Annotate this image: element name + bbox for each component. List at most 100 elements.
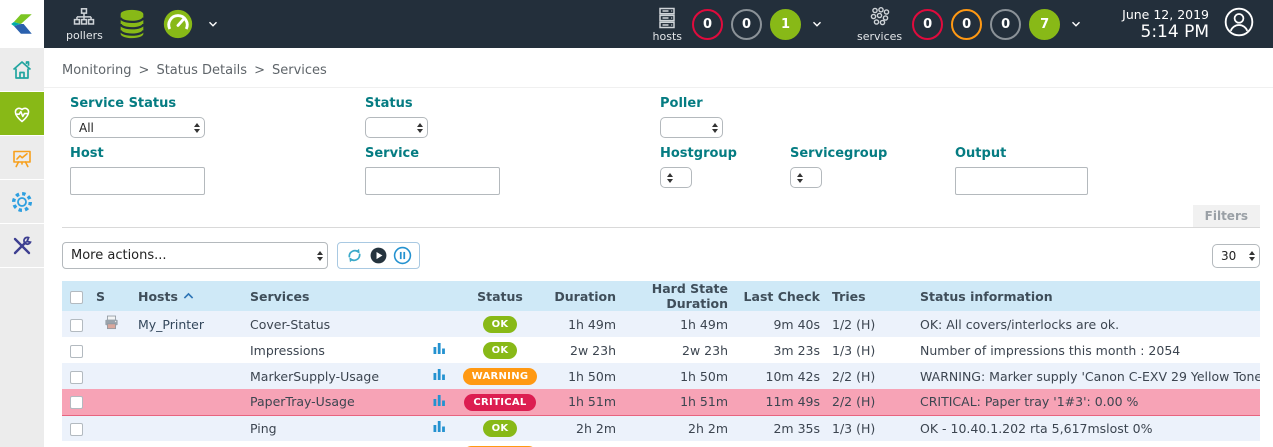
status-badge: OK [483,342,518,359]
duration-cell: 2w 23h [544,337,622,363]
hostgroup-select[interactable] [660,167,692,188]
sidebar-spacer [0,268,44,447]
service-name[interactable]: Cover-Status [250,317,330,332]
status-counter[interactable]: 7 [1029,9,1060,40]
tries-cell: 2/2 (H) [826,441,914,447]
header-s[interactable]: S [90,281,132,311]
service-input[interactable] [365,167,500,195]
status-select[interactable] [365,117,428,138]
top-bar: pollers [0,0,1273,48]
sidebar-item-administration[interactable] [0,224,44,268]
stepper-icon [417,123,423,133]
pollers-status[interactable]: pollers [66,7,103,41]
service-status-value: All [79,121,94,135]
header-services[interactable]: Services [244,281,422,311]
service-name[interactable]: Impressions [250,343,325,358]
row-checkbox[interactable] [70,319,83,332]
chevron-down-icon[interactable] [810,17,824,31]
row-checkbox[interactable] [70,423,83,436]
row-checkbox[interactable] [70,345,83,358]
header-status-information[interactable]: Status information [914,281,1260,311]
hostgroup-label: Hostgroup [660,146,790,161]
servicegroup-select[interactable] [790,167,822,188]
last-check-cell: 10m 42s [734,363,826,389]
refresh-icon[interactable] [345,246,364,265]
filters-tab[interactable]: Filters [1193,205,1260,227]
header-last-check[interactable]: Last Check [734,281,826,311]
service-status-select[interactable]: All [70,117,205,138]
breadcrumb-status-details[interactable]: Status Details [156,63,247,78]
graph-icon[interactable] [433,421,446,436]
user-avatar-icon[interactable] [1223,6,1255,42]
header-hosts[interactable]: Hosts [132,281,244,311]
page-size-value: 30 [1221,249,1236,263]
breadcrumb: Monitoring>Status Details>Services [44,48,1273,88]
database-status[interactable] [115,7,149,41]
main-content: Monitoring>Status Details>Services Servi… [44,48,1273,447]
status-information-cell: WARNING: Device 'Canon iR-ADV C5235 36.2… [914,441,1260,447]
monitoring-heart-icon [10,102,34,126]
sidebar [0,48,44,447]
status-label: Status [365,96,660,111]
breadcrumb-monitoring[interactable]: Monitoring [62,63,132,78]
graph-icon[interactable] [433,343,446,358]
header-duration[interactable]: Duration [544,281,622,311]
more-actions-select[interactable]: More actions... [62,242,328,269]
breadcrumb-separator: > [254,63,265,78]
output-input[interactable] [955,167,1088,195]
status-counter[interactable]: 0 [731,9,762,40]
tries-cell: 1/3 (H) [826,337,914,363]
servicegroup-label: Servicegroup [790,146,955,161]
sort-asc-icon [183,288,194,303]
service-name[interactable]: PaperTray-Usage [250,394,355,409]
play-icon[interactable] [369,246,388,265]
graph-icon[interactable] [433,395,446,410]
stepper-icon [667,173,673,183]
database-icon [115,7,149,41]
row-checkbox[interactable] [70,371,83,384]
chevron-down-icon[interactable] [1069,17,1083,31]
hard-state-duration-cell: 2h 2m [622,415,734,441]
poller-select[interactable] [660,117,723,138]
pollers-icon [71,7,97,29]
sidebar-item-monitoring[interactable] [0,92,44,136]
sidebar-item-configuration[interactable] [0,180,44,224]
header-tries[interactable]: Tries [826,281,914,311]
service-name[interactable]: MarkerSupply-Usage [250,369,379,384]
select-all-checkbox[interactable] [70,291,83,304]
services-summary[interactable]: services [857,6,902,42]
gauge-status[interactable] [161,7,195,41]
service-name[interactable]: Ping [250,421,277,436]
chevron-down-icon[interactable] [206,17,220,31]
sidebar-item-home[interactable] [0,48,44,92]
poller-label: Poller [660,96,723,111]
service-label: Service [365,146,660,161]
duration-cell: 1h 50m [544,363,622,389]
status-badge: CRITICAL [464,394,535,411]
status-information-cell: Number of impressions this month : 2054 [914,337,1260,363]
graph-icon[interactable] [433,369,446,384]
tries-cell: 2/2 (H) [826,389,914,415]
status-counter[interactable]: 1 [770,9,801,40]
header-status[interactable]: Status [456,281,544,311]
actions-toolbar: More actions... [62,242,1260,269]
hosts-summary[interactable]: hosts [653,6,682,42]
centreon-logo[interactable] [0,0,44,48]
status-information-cell: OK: All covers/interlocks are ok. [914,311,1260,337]
status-counter[interactable]: 0 [951,9,982,40]
page-size-select[interactable]: 30 [1212,244,1260,268]
status-counter[interactable]: 0 [692,9,723,40]
table-header-row: S Hosts Services Status Duration Hard St… [62,281,1260,311]
sidebar-item-reporting[interactable] [0,136,44,180]
table-row: PaperTray-Usage CRITICAL 1h 51m 1h 51m 1… [62,389,1260,415]
row-checkbox[interactable] [70,396,83,409]
host-name[interactable]: My_Printer [138,317,204,332]
status-counter[interactable]: 0 [912,9,943,40]
pause-icon[interactable] [393,246,412,265]
breadcrumb-services[interactable]: Services [272,63,327,78]
status-counter[interactable]: 0 [990,9,1021,40]
header-hard-state-duration[interactable]: Hard State Duration [622,281,734,311]
host-input[interactable] [70,167,205,195]
last-check-cell: 13m 8s [734,441,826,447]
table-row: Ping OK 2h 2m 2h 2m 2m 35s 1/3 (H) OK - … [62,415,1260,441]
